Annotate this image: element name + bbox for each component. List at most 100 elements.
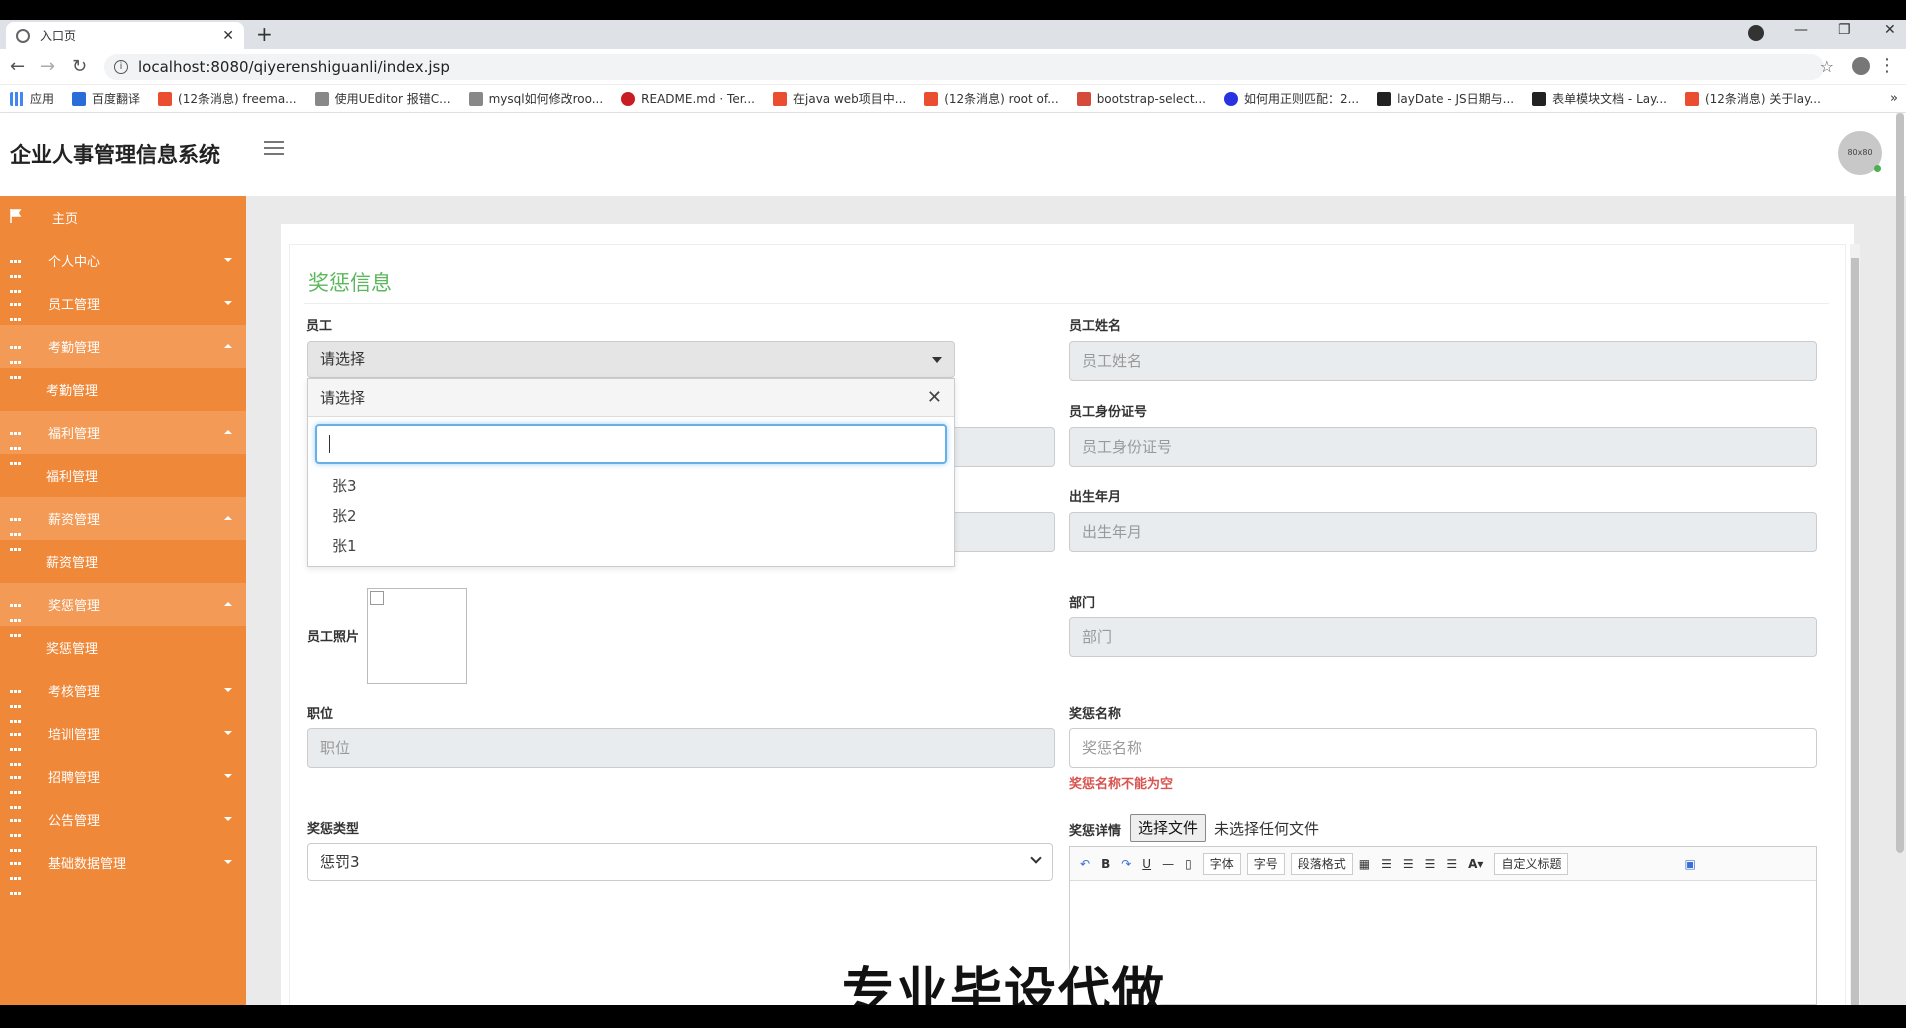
bookmark-item[interactable]: (12条消息) 关于lay... (1684, 90, 1821, 107)
choose-file-button[interactable]: 选择文件 (1130, 814, 1207, 842)
tab-bar: 入口页 ✕ + — ❐ ✕ (0, 20, 1906, 49)
page-scrollbar[interactable] (1896, 113, 1904, 853)
horizontal-rule-icon[interactable]: — (1162, 857, 1174, 871)
reward-type-label: 奖惩类型 (307, 822, 360, 837)
scroll-thumb[interactable] (1851, 258, 1859, 1005)
position-field[interactable]: 职位 (307, 728, 1055, 768)
redo-icon[interactable]: ↷ (1121, 857, 1131, 871)
employee-select[interactable]: 请选择 (307, 341, 955, 378)
align-right-icon[interactable]: ☰ (1403, 857, 1414, 871)
reward-name-field[interactable]: 奖惩名称 (1069, 728, 1817, 768)
employee-id-field[interactable]: 员工身份证号 (1069, 427, 1817, 467)
baidu-translate-icon (72, 91, 87, 106)
birth-field[interactable]: 出生年月 (1069, 512, 1817, 552)
sidebar-item-attendance[interactable]: 考勤管理 (0, 325, 246, 379)
editor-toolbar: ↶ B ↷ U — ▯ 字体 字号 段落格式 ▦ ☰ ☰ ☰ ☰ A▾ 自定义标… (1070, 847, 1816, 881)
chevron-up-icon (224, 430, 232, 434)
font-color-icon[interactable]: A▾ (1468, 857, 1483, 871)
sidebar-item-personal[interactable]: 个人中心 (0, 239, 246, 293)
photo-label: 员工照片 (307, 630, 360, 645)
bookmark-item[interactable]: 在java web项目中... (773, 90, 906, 107)
tab-search-icon[interactable] (1748, 25, 1764, 41)
sidebar-item-employee[interactable]: 员工管理 (0, 282, 246, 336)
size-select[interactable]: 字号 (1246, 852, 1285, 875)
profile-icon[interactable] (1852, 57, 1870, 75)
sidebar-subitem-salary[interactable]: 薪资管理 (0, 540, 246, 583)
fullscreen-icon[interactable]: ▣ (1684, 857, 1695, 871)
dropdown-option[interactable]: 张3 (332, 475, 357, 496)
sidebar-item-salary[interactable]: 薪资管理 (0, 497, 246, 551)
table-icon[interactable]: ▦ (1359, 857, 1370, 871)
new-tab-icon[interactable]: + (256, 22, 273, 46)
bookmark-item[interactable]: 使用UEditor 报错C... (314, 90, 451, 107)
grid-icon (10, 425, 23, 465)
bookmark-item[interactable]: layDate - JS日期与... (1377, 90, 1514, 107)
sidebar-item-notice[interactable]: 公告管理 (0, 798, 246, 852)
chevron-down-icon (224, 860, 232, 864)
sidebar-item-home[interactable]: 主页 (0, 196, 246, 239)
employee-dropdown: 请选择 ✕ 张3 张2 张1 (307, 378, 955, 567)
dropdown-option[interactable]: 张2 (332, 505, 357, 526)
bookmark-item[interactable]: bootstrap-select... (1076, 91, 1206, 106)
info-icon[interactable]: i (114, 60, 128, 74)
bookmark-item[interactable]: 百度翻译 (72, 90, 140, 107)
employee-name-field[interactable]: 员工姓名 (1069, 341, 1817, 381)
hamburger-icon[interactable] (264, 141, 284, 159)
bookmark-item[interactable]: README.md · Ter... (621, 91, 755, 106)
sidebar-item-assessment[interactable]: 考核管理 (0, 669, 246, 723)
back-icon[interactable]: ← (10, 56, 25, 77)
bookmark-item[interactable]: mysql如何修改roo... (468, 90, 603, 107)
department-field[interactable]: 部门 (1069, 617, 1817, 657)
forward-icon[interactable]: → (40, 56, 55, 77)
menu-kebab-icon[interactable]: ⋮ (1878, 55, 1896, 76)
chevron-down-icon (224, 731, 232, 735)
reload-icon[interactable]: ↻ (72, 56, 87, 77)
dropdown-search-input[interactable] (315, 424, 947, 464)
document-icon[interactable]: ▯ (1185, 857, 1192, 871)
grid-icon (10, 296, 23, 336)
reward-type-select[interactable]: 惩罚3 (307, 843, 1053, 881)
sidebar-item-welfare[interactable]: 福利管理 (0, 411, 246, 465)
sidebar-item-recruit[interactable]: 招聘管理 (0, 755, 246, 809)
url-text: localhost:8080/qiyerenshiguanli/index.js… (138, 58, 450, 76)
browser-tab[interactable]: 入口页 ✕ (6, 22, 244, 49)
sidebar-subitem-welfare[interactable]: 福利管理 (0, 454, 246, 497)
bookmark-apps[interactable]: 应用 (10, 90, 54, 107)
window-close-icon[interactable]: ✕ (1884, 22, 1896, 38)
page-scroll-thumb[interactable] (1896, 113, 1904, 853)
tab-close-icon[interactable]: ✕ (222, 28, 234, 44)
employee-id-label: 员工身份证号 (1069, 405, 1148, 420)
bookmark-item[interactable]: (12条消息) freema... (158, 90, 297, 107)
justify-icon[interactable]: ☰ (1446, 857, 1457, 871)
grid-icon (10, 726, 23, 766)
align-center-icon[interactable]: ☰ (1425, 857, 1436, 871)
csdn-icon (158, 91, 173, 106)
underline-icon[interactable]: U (1142, 857, 1151, 871)
content-scrollbar[interactable] (1850, 244, 1860, 1005)
bookmarks-bar: 应用 百度翻译 (12条消息) freema... 使用UEditor 报错C.… (0, 85, 1906, 113)
restore-icon[interactable]: ❐ (1838, 22, 1851, 38)
csdn-icon (924, 91, 939, 106)
sidebar-subitem-attendance[interactable]: 考勤管理 (0, 368, 246, 411)
align-left-icon[interactable]: ☰ (1381, 857, 1392, 871)
custom-title-select[interactable]: 自定义标题 (1494, 852, 1569, 875)
sidebar-item-basedata[interactable]: 基础数据管理 (0, 841, 246, 895)
birth-label: 出生年月 (1069, 490, 1122, 505)
minimize-icon[interactable]: — (1794, 22, 1808, 38)
bookmark-star-icon[interactable]: ☆ (1820, 57, 1834, 76)
bold-icon[interactable]: B (1101, 857, 1110, 871)
font-select[interactable]: 字体 (1202, 852, 1241, 875)
bookmark-item[interactable]: 如何用正则匹配：2... (1223, 90, 1359, 107)
url-field[interactable]: i localhost:8080/qiyerenshiguanli/index.… (104, 54, 1824, 80)
sidebar-subitem-reward[interactable]: 奖惩管理 (0, 626, 246, 669)
rich-text-editor[interactable]: ↶ B ↷ U — ▯ 字体 字号 段落格式 ▦ ☰ ☰ ☰ ☰ A▾ 自定义标… (1069, 846, 1817, 1005)
bookmark-item[interactable]: 表单模块文档 - Lay... (1532, 90, 1667, 107)
paragraph-select[interactable]: 段落格式 (1290, 852, 1353, 875)
close-icon[interactable]: ✕ (927, 379, 942, 417)
bookmarks-more-icon[interactable]: » (1890, 91, 1898, 106)
sidebar-item-reward[interactable]: 奖惩管理 (0, 583, 246, 637)
bookmark-item[interactable]: (12条消息) root of... (924, 90, 1059, 107)
sidebar-item-training[interactable]: 培训管理 (0, 712, 246, 766)
dropdown-option[interactable]: 张1 (332, 535, 357, 556)
undo-icon[interactable]: ↶ (1080, 857, 1090, 871)
